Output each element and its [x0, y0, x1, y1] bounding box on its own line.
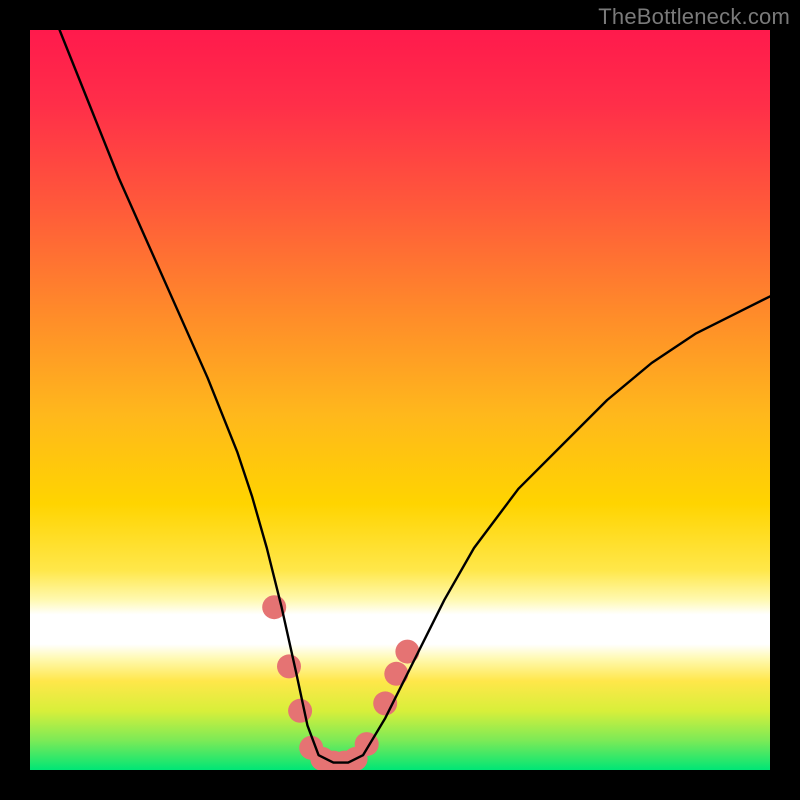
plot-area — [30, 30, 770, 770]
watermark-label: TheBottleneck.com — [598, 4, 790, 30]
marker-dot — [384, 662, 408, 686]
marker-dot — [288, 699, 312, 723]
marker-dot — [395, 640, 419, 664]
chart-svg — [30, 30, 770, 770]
chart-frame: TheBottleneck.com — [0, 0, 800, 800]
